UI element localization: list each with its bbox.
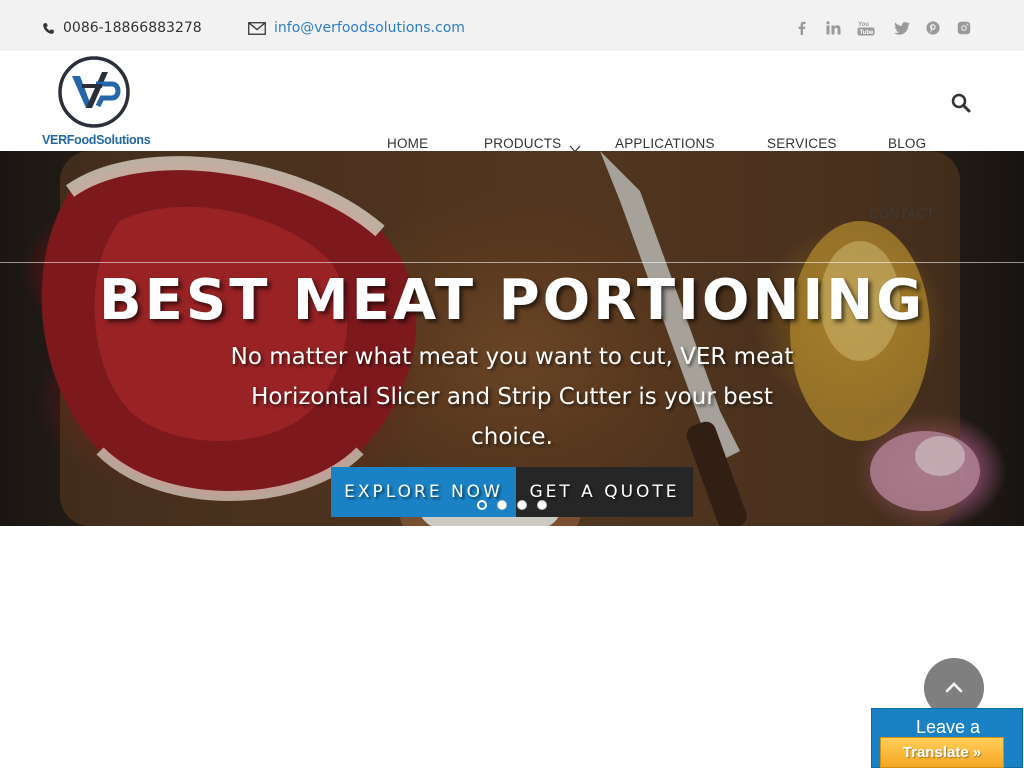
chevron-down-icon[interactable] — [569, 139, 581, 153]
phone-contact[interactable]: 0086-18866883278 — [42, 18, 202, 38]
phone-number: 0086-18866883278 — [63, 20, 202, 36]
search-button[interactable] — [951, 93, 973, 115]
linkedin-icon[interactable] — [824, 18, 842, 38]
leave-message-label: Leave a — [915, 717, 981, 737]
slider-dot-1[interactable] — [477, 500, 487, 510]
top-bar: 0086-18866883278 info@verfoodsolutions.c… — [0, 0, 1024, 51]
phone-icon — [43, 22, 54, 34]
twitter-icon[interactable] — [893, 18, 911, 38]
chevron-up-icon — [945, 682, 963, 693]
slider-dot-2[interactable] — [497, 500, 507, 510]
youtube-icon[interactable]: You Tube — [856, 18, 876, 38]
logo-emblem-icon — [58, 56, 130, 128]
pinterest-icon[interactable] — [924, 18, 942, 38]
instagram-icon[interactable] — [955, 18, 973, 38]
slider-dot-4[interactable] — [537, 500, 547, 510]
nav-contact[interactable]: CONTACT — [869, 206, 935, 221]
nav-home[interactable]: HOME — [387, 136, 428, 151]
translate-button[interactable]: Translate » — [880, 737, 1004, 768]
logo-text: VERFoodSolutions — [42, 133, 151, 147]
nav-services[interactable]: SERVICES — [767, 136, 837, 151]
explore-now-button[interactable]: EXPLORE NOW — [331, 467, 516, 517]
svg-text:Tube: Tube — [860, 30, 875, 36]
nav-products[interactable]: PRODUCTS — [484, 136, 561, 151]
logo[interactable]: VERFoodSolutions — [42, 56, 151, 149]
email-contact[interactable]: info@verfoodsolutions.com — [248, 18, 465, 38]
email-link[interactable]: info@verfoodsolutions.com — [274, 20, 465, 36]
hero-subtitle: No matter what meat you want to cut, VER… — [230, 344, 794, 450]
facebook-icon[interactable] — [796, 18, 808, 38]
search-icon — [951, 93, 971, 113]
svg-text:You: You — [858, 22, 869, 28]
nav-applications[interactable]: APPLICATIONS — [615, 136, 715, 151]
nav-blog[interactable]: BLOG — [888, 136, 926, 151]
hero-title: BEST MEAT PORTIONING — [98, 268, 926, 333]
mail-icon — [248, 21, 266, 35]
slider-dot-3[interactable] — [517, 500, 527, 510]
hero-divider — [0, 262, 1024, 263]
